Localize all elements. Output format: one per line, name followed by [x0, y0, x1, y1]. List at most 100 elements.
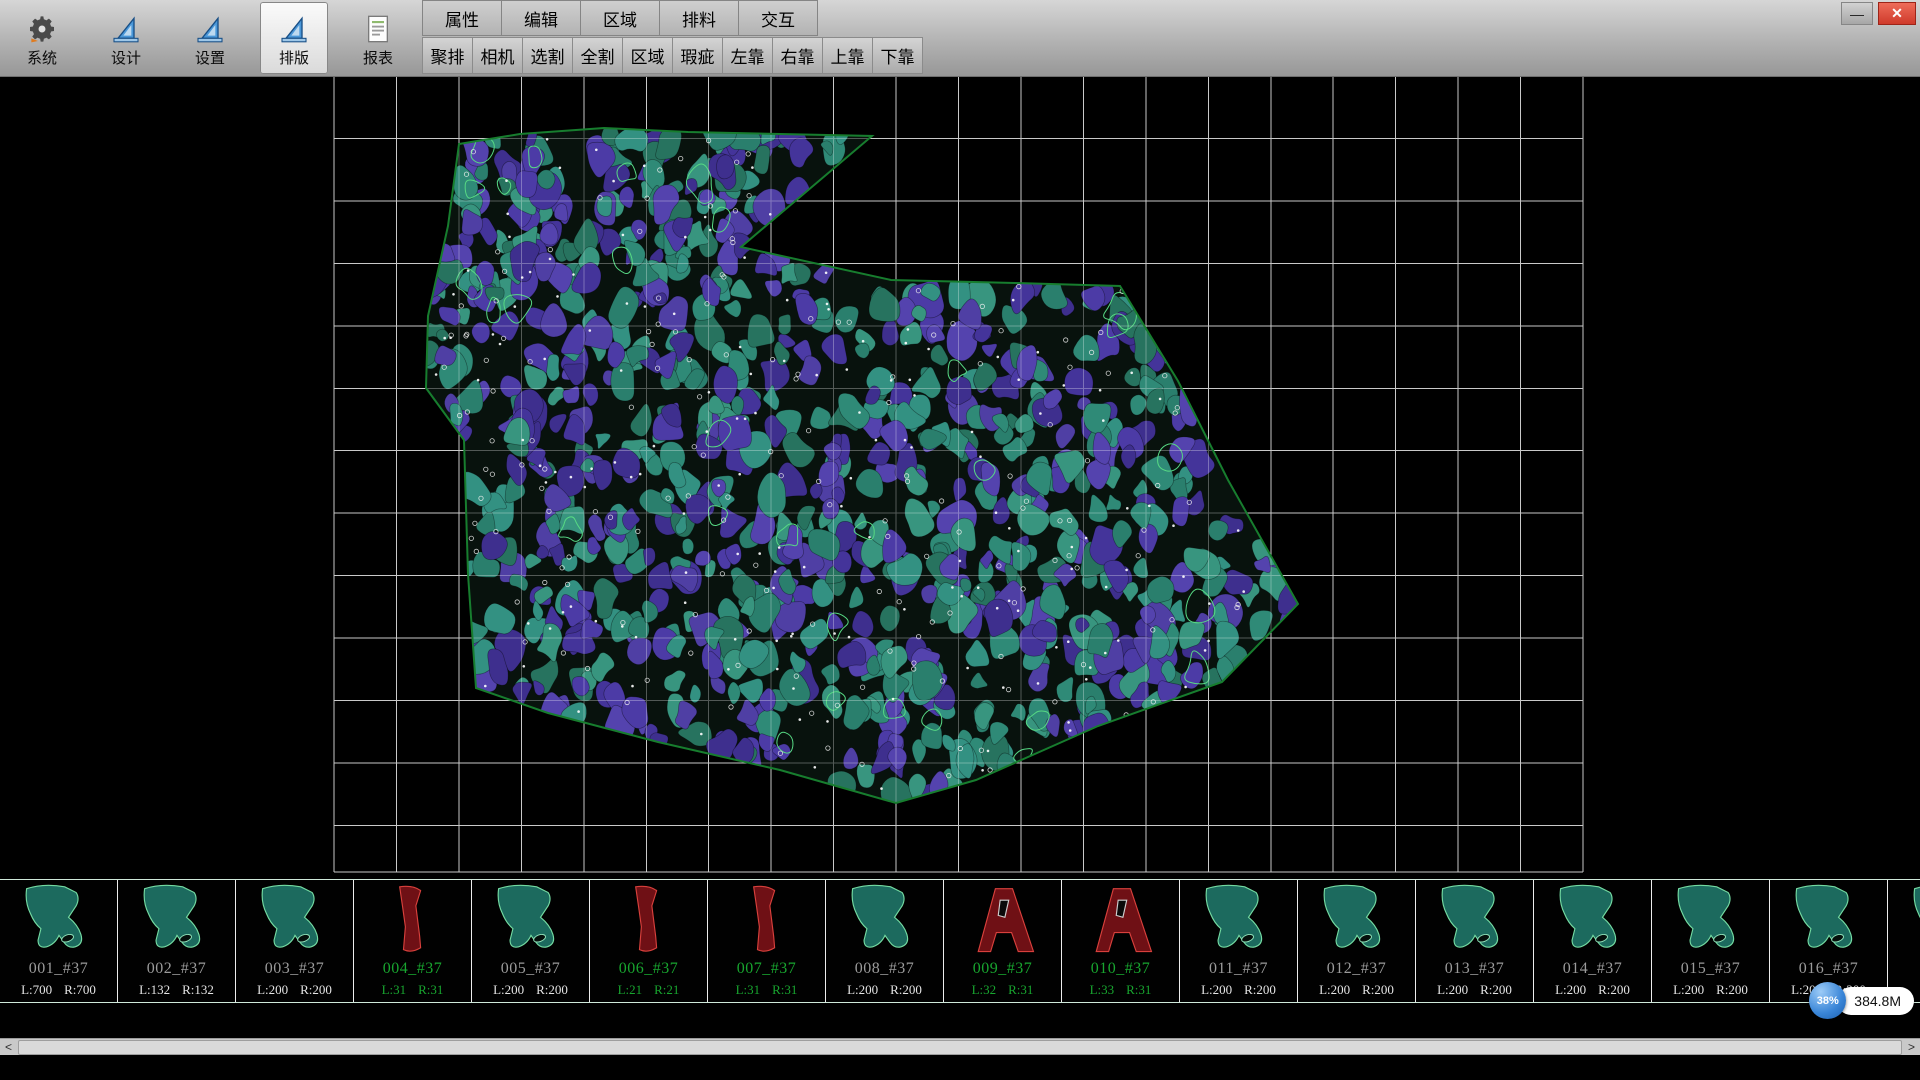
- piece-thumbnail[interactable]: 006_#37 L:21R:21: [590, 880, 708, 1002]
- piece-thumbnail[interactable]: 005_#37 L:200R:200: [472, 880, 590, 1002]
- piece-name: 007_#37: [708, 960, 825, 978]
- piece-lr-counts: L:31R:31: [354, 982, 471, 998]
- piece-name: 010_#37: [1062, 960, 1179, 978]
- menu-tab[interactable]: 交互: [738, 0, 818, 36]
- piece-lr-counts: L:33R:31: [1062, 982, 1179, 998]
- piece-name: 001_#37: [0, 960, 117, 978]
- piece-thumbnail[interactable]: 013_#37 L:200R:200: [1416, 880, 1534, 1002]
- menu-tab-bar: 属性 编辑 区域 排料 交互: [422, 0, 817, 36]
- piece-thumbnail[interactable]: 003_#37 L:200R:200: [236, 880, 354, 1002]
- piece-name: 009_#37: [944, 960, 1061, 978]
- memory-pill: 384.8M: [1837, 987, 1914, 1015]
- piece-lr-counts: L:200R:200: [1652, 982, 1769, 998]
- piece-shape-icon: [951, 883, 1055, 963]
- menu-tab[interactable]: 属性: [422, 0, 502, 36]
- piece-thumbnail[interactable]: 002_#37 L:132R:132: [118, 880, 236, 1002]
- piece-thumbnail[interactable]: 014_#37 L:200R:200: [1534, 880, 1652, 1002]
- piece-thumbnail[interactable]: 015_#37 L:200R:200: [1652, 880, 1770, 1002]
- piece-thumbnail[interactable]: 010_#37 L:33R:31: [1062, 880, 1180, 1002]
- piece-thumbnail[interactable]: 009_#37 L:32R:31: [944, 880, 1062, 1002]
- tool-button[interactable]: 全割: [572, 37, 623, 74]
- piece-name: 012_#37: [1298, 960, 1415, 978]
- tool-button[interactable]: 上靠: [822, 37, 873, 74]
- tool-button[interactable]: 选割: [522, 37, 573, 74]
- piece-shape-icon: [1659, 883, 1763, 963]
- piece-lr-counts: L:200R:200: [1180, 982, 1297, 998]
- piece-thumbnail[interactable]: 008_#37 L:200R:200: [826, 880, 944, 1002]
- piece-shape-icon: [1069, 883, 1173, 963]
- tool-button[interactable]: 左靠: [722, 37, 773, 74]
- tool-button-row: 聚排 相机 选割 全割 区域 瑕疵 左靠 右靠 上靠 下靠: [422, 37, 922, 74]
- piece-shape-icon: [361, 883, 465, 963]
- piece-thumbnail[interactable]: 007_#37 L:31R:31: [708, 880, 826, 1002]
- progress-circle: 38%: [1809, 982, 1846, 1019]
- piece-shape-icon: [479, 883, 583, 963]
- piece-name: 016_#37: [1770, 960, 1887, 978]
- piece-thumbnail[interactable]: 012_#37 L:200R:200: [1298, 880, 1416, 1002]
- piece-shape-icon: [1423, 883, 1527, 963]
- piece-lr-counts: L:200R:200: [236, 982, 353, 998]
- menu-tab[interactable]: 编辑: [501, 0, 581, 36]
- header: 系统 设计 设置 排版 报表 属性: [0, 0, 1920, 77]
- piece-shape-icon: [243, 883, 347, 963]
- piece-thumbnail[interactable]: 001_#37 L:700R:700: [0, 880, 118, 1002]
- piece-lr-counts: L:200R:200: [1416, 982, 1533, 998]
- piece-name: 002_#37: [118, 960, 235, 978]
- piece-thumbnail[interactable]: 011_#37 L:200R:200: [1180, 880, 1298, 1002]
- scrollbar-thumb[interactable]: [18, 1040, 1902, 1055]
- piece-shape-icon: [125, 883, 229, 963]
- close-button[interactable]: ✕: [1878, 2, 1916, 25]
- nav-design-label: 设计: [111, 51, 141, 66]
- piece-name: 005_#37: [472, 960, 589, 978]
- piece-shape-icon: [597, 883, 701, 963]
- nav-layout-label: 排版: [279, 51, 309, 66]
- memory-status: 38% 384.8M: [1809, 982, 1914, 1019]
- report-icon: [362, 10, 394, 48]
- tool-button[interactable]: 相机: [472, 37, 523, 74]
- memory-value: 384.8M: [1854, 993, 1901, 1009]
- piece-name: 011_#37: [1180, 960, 1297, 978]
- piece-lr-counts: L:200R:200: [472, 982, 589, 998]
- piece-lr-counts: L:31R:31: [708, 982, 825, 998]
- tool-button[interactable]: 瑕疵: [672, 37, 723, 74]
- scroll-right-arrow-icon[interactable]: >: [1903, 1039, 1920, 1055]
- layout-icon: [278, 10, 310, 48]
- piece-lr-counts: L:200R:200: [1534, 982, 1651, 998]
- nesting-canvas[interactable]: [0, 76, 1920, 879]
- tool-button[interactable]: 区域: [622, 37, 673, 74]
- tool-button[interactable]: 下靠: [872, 37, 923, 74]
- piece-lr-counts: L:132R:132: [118, 982, 235, 998]
- tool-button[interactable]: 聚排: [422, 37, 473, 74]
- piece-shape-icon: [1541, 883, 1645, 963]
- menu-tab[interactable]: 排料: [659, 0, 739, 36]
- tool-button[interactable]: 右靠: [772, 37, 823, 74]
- piece-shape-icon: [7, 883, 111, 963]
- nesting-view: [0, 76, 1920, 879]
- window-controls: — ✕: [1841, 2, 1916, 25]
- main-nav: 系统 设计 设置 排版 报表: [8, 2, 412, 74]
- minimize-button[interactable]: —: [1841, 2, 1873, 25]
- nav-report-button[interactable]: 报表: [344, 2, 412, 74]
- settings-icon: [194, 10, 226, 48]
- nav-settings-label: 设置: [195, 51, 225, 66]
- nav-settings-button[interactable]: 设置: [176, 2, 244, 74]
- gear-icon: [26, 10, 58, 48]
- piece-name: 015_#37: [1652, 960, 1769, 978]
- nav-design-button[interactable]: 设计: [92, 2, 160, 74]
- piece-thumbnail-strip: 001_#37 L:700R:700 002_#37: [0, 879, 1920, 1003]
- nav-system-button[interactable]: 系统: [8, 2, 76, 74]
- scroll-left-arrow-icon[interactable]: <: [0, 1039, 17, 1055]
- piece-name: 003_#37: [236, 960, 353, 978]
- piece-name: 013_#37: [1416, 960, 1533, 978]
- nav-system-label: 系统: [27, 51, 57, 66]
- piece-shape-icon: [715, 883, 819, 963]
- menu-tab[interactable]: 区域: [580, 0, 660, 36]
- piece-thumbnail[interactable]: 004_#37 L:31R:31: [354, 880, 472, 1002]
- nav-layout-button[interactable]: 排版: [260, 2, 328, 74]
- piece-shape-icon: [1305, 883, 1409, 963]
- horizontal-scrollbar[interactable]: < >: [0, 1038, 1920, 1055]
- piece-name: 004_#37: [354, 960, 471, 978]
- piece-shape-icon: [1895, 883, 1920, 963]
- piece-shape-icon: [1777, 883, 1881, 963]
- progress-percent: 38%: [1817, 995, 1839, 1007]
